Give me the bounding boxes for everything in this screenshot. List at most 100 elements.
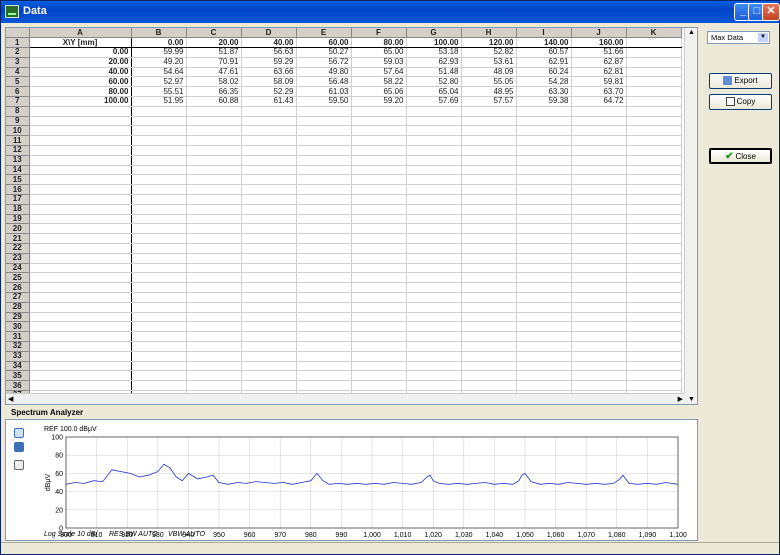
grid-cell[interactable]: 40.00: [29, 67, 132, 78]
grid-cell[interactable]: [571, 145, 627, 156]
grid-cell[interactable]: [186, 331, 242, 342]
grid-cell[interactable]: [571, 135, 627, 147]
table-row[interactable]: 15: [6, 174, 682, 186]
grid-cell[interactable]: [461, 380, 517, 391]
grid-cell[interactable]: [351, 253, 407, 264]
data-mode-select[interactable]: Max Data ▼: [707, 31, 770, 44]
grid-cell[interactable]: [351, 282, 407, 294]
grid-cell[interactable]: [351, 135, 407, 147]
table-row[interactable]: 21: [6, 233, 682, 245]
grid-cell[interactable]: 60.88: [186, 96, 242, 107]
grid-cell[interactable]: [406, 174, 462, 186]
grid-cell[interactable]: [626, 233, 682, 245]
grid-cell[interactable]: [296, 233, 352, 245]
grid-cell[interactable]: [626, 57, 682, 68]
grid-cell[interactable]: [351, 233, 407, 245]
grid-cell[interactable]: [626, 282, 682, 294]
grid-cell[interactable]: 61.03: [296, 86, 352, 98]
row-header[interactable]: 3: [6, 57, 30, 68]
grid-cell[interactable]: [516, 165, 572, 176]
grid-cell[interactable]: [241, 312, 297, 323]
grid-cell[interactable]: [571, 302, 627, 313]
grid-cell[interactable]: [131, 204, 187, 215]
grid-cell[interactable]: [626, 272, 682, 284]
grid-cell[interactable]: [351, 116, 407, 127]
grid-cell[interactable]: 0.00: [131, 37, 187, 49]
grid-cell[interactable]: [516, 331, 572, 342]
grid-cell[interactable]: 52.82: [461, 47, 517, 58]
grid-cell[interactable]: [186, 361, 242, 372]
grid-cell[interactable]: [626, 106, 682, 117]
grid-cell[interactable]: [626, 223, 682, 235]
grid-cell[interactable]: [351, 155, 407, 166]
grid-cell[interactable]: [571, 184, 627, 196]
table-row[interactable]: 8: [6, 106, 682, 117]
grid-cell[interactable]: 65.00: [351, 47, 407, 58]
grid-cell[interactable]: [461, 253, 517, 264]
grid-cell[interactable]: [461, 292, 517, 303]
grid-cell[interactable]: 55.51: [131, 86, 187, 98]
grid-cell[interactable]: 52.29: [241, 86, 297, 98]
table-row[interactable]: 27: [6, 292, 682, 303]
grid-cell[interactable]: [241, 204, 297, 215]
table-row[interactable]: 20: [6, 223, 682, 235]
column-header[interactable]: A: [29, 28, 132, 39]
grid-cell[interactable]: 63.70: [571, 86, 627, 98]
grid-cell[interactable]: 80.00: [29, 86, 132, 98]
grid-cell[interactable]: 58.02: [186, 76, 242, 88]
row-header[interactable]: 27: [6, 292, 30, 303]
grid-cell[interactable]: [296, 184, 352, 196]
grid-cell[interactable]: [516, 223, 572, 235]
grid-cell[interactable]: [296, 351, 352, 362]
grid-cell[interactable]: [29, 145, 132, 156]
grid-cell[interactable]: [571, 312, 627, 323]
table-row[interactable]: 14: [6, 165, 682, 176]
grid-cell[interactable]: [186, 145, 242, 156]
grid-cell[interactable]: [516, 321, 572, 333]
grid-cell[interactable]: [516, 106, 572, 117]
grid-cell[interactable]: [461, 312, 517, 323]
grid-cell[interactable]: [241, 174, 297, 186]
grid-cell[interactable]: [351, 243, 407, 254]
grid-cell[interactable]: [29, 331, 132, 342]
grid-cell[interactable]: 59.29: [241, 57, 297, 68]
scroll-down-icon[interactable]: ▼: [688, 396, 695, 403]
grid-cell[interactable]: 57.69: [406, 96, 462, 107]
row-header[interactable]: 34: [6, 361, 30, 372]
grid-cell[interactable]: [351, 361, 407, 372]
grid-cell[interactable]: [296, 312, 352, 323]
grid-cell[interactable]: [516, 361, 572, 372]
grid-cell[interactable]: [131, 145, 187, 156]
table-row[interactable]: 1 X\Y [mm] 0.00 20.00 40.00 60.00 80.00 100.00 1…: [6, 37, 682, 49]
grid-cell[interactable]: [296, 125, 352, 137]
table-row[interactable]: 12: [6, 145, 682, 156]
grid-cell[interactable]: [626, 184, 682, 196]
grid-cell[interactable]: [571, 321, 627, 333]
grid-cell[interactable]: [626, 351, 682, 362]
grid-cell[interactable]: [296, 282, 352, 294]
grid-cell[interactable]: [29, 194, 132, 205]
grid-cell[interactable]: [571, 351, 627, 362]
grid-cell[interactable]: 60.57: [516, 47, 572, 58]
grid-cell[interactable]: 58.09: [241, 76, 297, 88]
title-bar[interactable]: Data _ □ ✕: [1, 1, 780, 23]
grid-cell[interactable]: [571, 243, 627, 254]
row-header[interactable]: 20: [6, 223, 30, 235]
grid-cell[interactable]: [186, 116, 242, 127]
grid-cell[interactable]: [186, 165, 242, 176]
grid-cell[interactable]: [29, 253, 132, 264]
table-row[interactable]: 10: [6, 125, 682, 137]
grid-cell[interactable]: [571, 174, 627, 186]
grid-cell[interactable]: [131, 194, 187, 205]
grid-cell[interactable]: [461, 370, 517, 382]
grid-cell[interactable]: [29, 263, 132, 274]
grid-cell[interactable]: [626, 165, 682, 176]
grid-cell[interactable]: [626, 243, 682, 254]
grid-cell[interactable]: [186, 125, 242, 137]
grid-cell[interactable]: [461, 174, 517, 186]
grid-cell[interactable]: [406, 351, 462, 362]
row-header[interactable]: 25: [6, 272, 30, 284]
grid-cell[interactable]: [29, 135, 132, 147]
grid-cell[interactable]: [131, 116, 187, 127]
grid-cell[interactable]: [296, 204, 352, 215]
